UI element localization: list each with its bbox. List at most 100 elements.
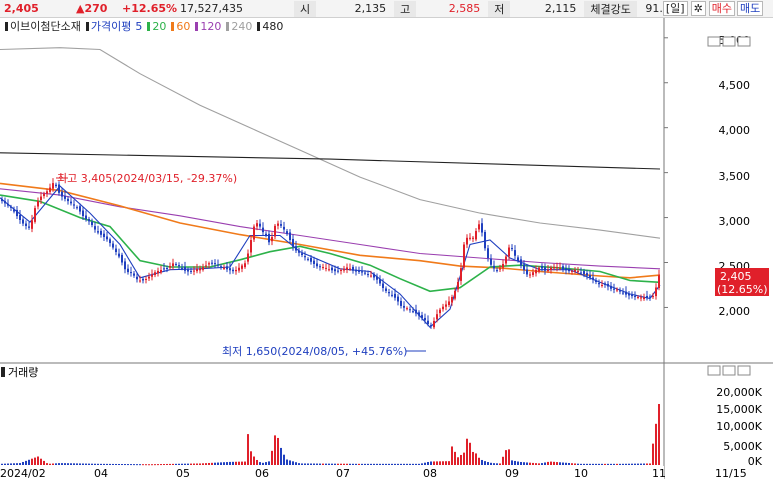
volume-bar [49,463,51,465]
candle-body [91,221,93,226]
volume-bar [415,463,417,465]
candle-body [517,257,519,262]
stock-chart[interactable]: 5,000 4,500 4,000 3,500 3,000 2,500 2,00… [0,0,773,479]
volume-bar [355,463,357,465]
candle-body [466,237,468,245]
candle-body [433,320,435,328]
volume-bar [145,464,147,466]
candle-body [373,273,375,278]
volume-bar [160,464,162,466]
volume-bar [592,463,594,465]
volume-bar [640,463,642,465]
volume-bar [58,463,60,465]
volume-bar [199,463,201,465]
candle-body [190,270,192,272]
candle-body [139,280,141,282]
volume-bar [604,463,606,465]
candle-body [550,267,552,270]
volume-bar [310,463,312,465]
volume-bar [547,461,549,465]
candle-body [277,223,279,226]
candle-body [589,275,591,278]
candle-body [532,272,534,276]
candle-body [418,312,420,316]
volume-bar [361,463,363,465]
volume-bar [133,464,135,466]
candle-body [256,223,258,227]
volume-bar [181,463,183,465]
volume-bar [235,461,237,465]
volume-bar [568,462,570,465]
candle-body [460,268,462,281]
candle-body [595,280,597,282]
candle-body [214,263,216,265]
volume-bar [157,464,159,466]
volume-bar [499,463,501,465]
volume-bar [55,463,57,465]
volume-bar [4,463,6,465]
volume-bar [109,463,111,465]
volume-bar [616,463,618,465]
candle-body [76,207,78,209]
candle-body [415,309,417,314]
candle-body [358,270,360,272]
candle-body [133,273,135,276]
candle-body [82,210,84,217]
candle-body [283,226,285,230]
candle-body [586,273,588,276]
volume-bar [295,462,297,465]
candle-body [328,269,330,271]
candle-body [295,246,297,251]
low-annotation: 최저 1,650(2024/08/05, +45.76%) [222,345,426,358]
candle-body [217,264,219,266]
candle-body [238,267,240,271]
candle-body [31,220,33,229]
ma-line-480 [0,152,661,170]
volume-bar [352,463,354,465]
candle-body [142,278,144,281]
candle-body [430,325,432,327]
volume-bar [346,463,348,465]
volume-bar [373,463,375,465]
volume-bar [220,462,222,465]
panel-control-icon [722,36,736,47]
current-price-tag-pct: (12.65%) [717,283,768,296]
candle-body [67,198,69,202]
volume-tick: 10,000K [716,420,762,433]
volume-bar [124,464,126,466]
candle-body [379,279,381,284]
candle-body [538,267,540,272]
volume-bar [217,462,219,465]
ma-line-240 [0,47,661,239]
volume-bar [607,463,609,465]
x-label: 08 [423,467,437,479]
candle-body [124,261,126,270]
volume-tick: 15,000K [716,403,762,416]
volume-bar [550,461,552,465]
volume-bar [541,463,543,465]
candle-body [46,191,48,194]
candle-body [469,237,471,239]
volume-bar [319,463,321,465]
candle-body [22,219,24,224]
candle-body [637,296,639,298]
volume-bar [493,463,495,465]
x-label: 11 [652,467,666,479]
candle-body [604,283,606,285]
volume-bar [613,463,615,465]
volume-bar [364,463,366,465]
candle-body [292,238,294,247]
volume-bar [229,461,231,465]
current-price-tag: 2,405 (12.65%) [715,268,769,296]
candle-body [136,276,138,280]
candle-body [169,266,171,268]
volume-bar [436,461,438,465]
candle-body [424,317,426,321]
volume-bar [382,463,384,465]
candle-body [322,267,324,268]
volume-bar [304,463,306,465]
candle-body [106,236,108,240]
volume-bar [610,463,612,465]
volume-bar [94,463,96,465]
volume-bar [628,463,630,465]
